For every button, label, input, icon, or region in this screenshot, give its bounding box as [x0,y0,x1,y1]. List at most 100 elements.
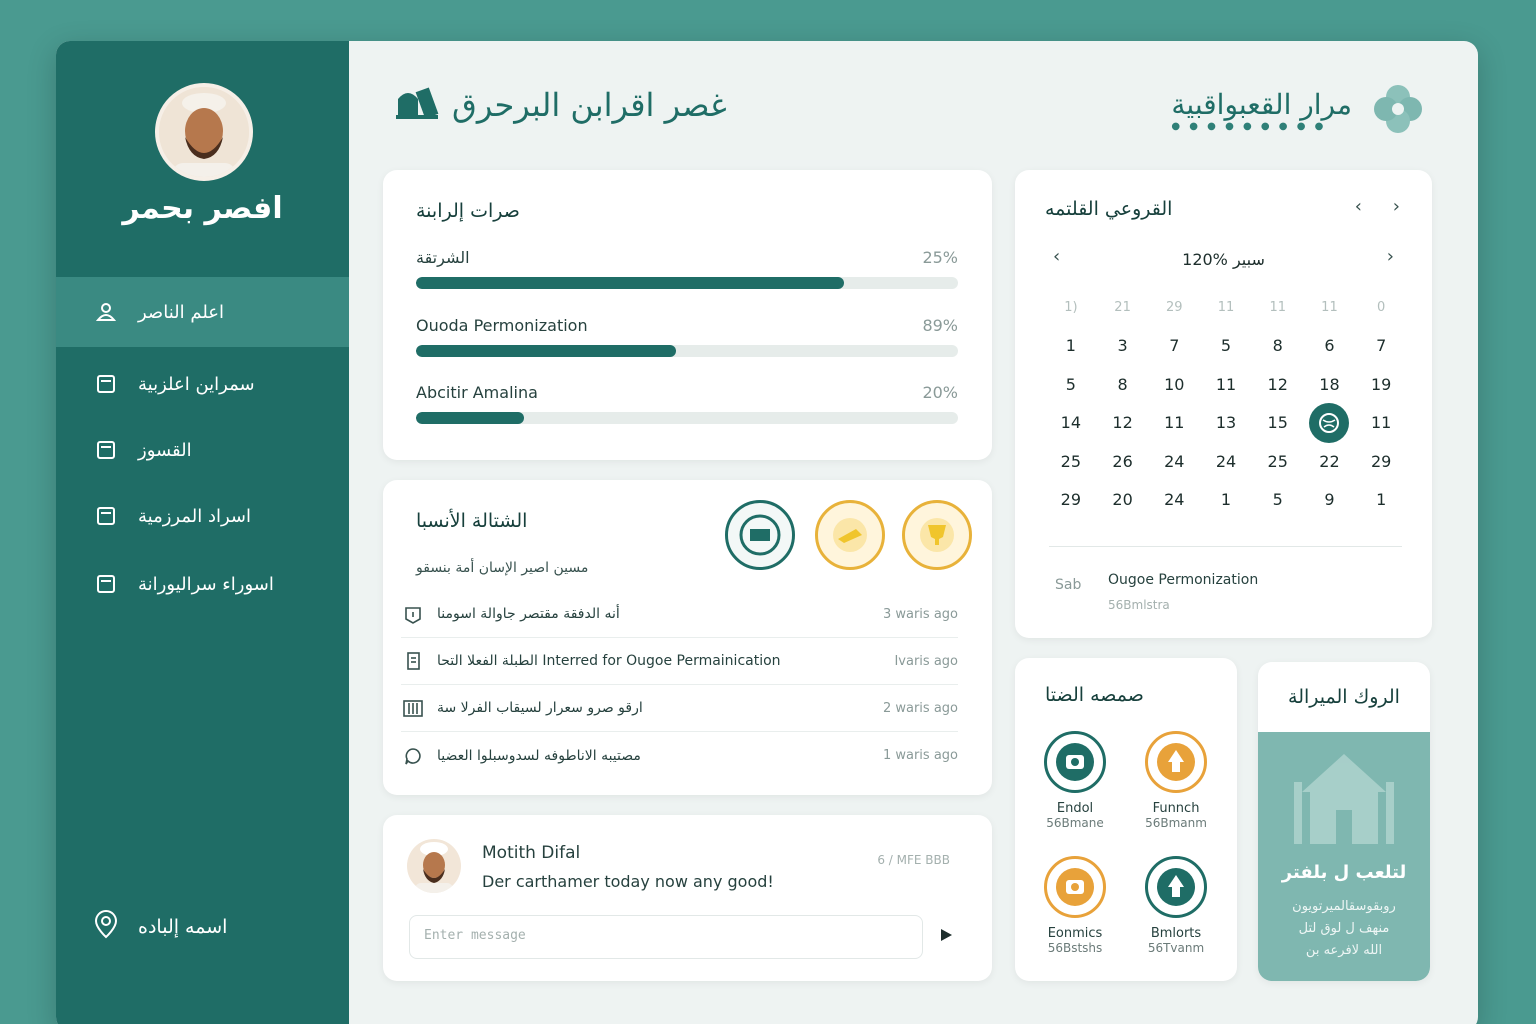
services-title: صمصه الضتا [1045,684,1144,706]
calendar-day[interactable]: 13 [1200,413,1252,432]
calendar-day[interactable]: 12 [1252,375,1304,394]
progress-label: Ouoda Permonization [416,316,588,335]
activity-row[interactable]: ارقو صرو سعرار لسيقاب الفرلا سة 2 waris … [401,685,958,732]
progress-card: صرات إلرابنة الشرتقة 25% Ouoda Permonizat… [383,170,992,460]
calendar-day[interactable]: 8 [1097,375,1149,394]
calendar-day[interactable]: 20 [1097,490,1149,509]
progress-card-title: صرات إلرابنة [416,200,520,222]
activity-text: أنه الدفقة مقتصر جاوالة اسومنا [437,606,620,622]
badge-emblem-icon[interactable] [725,500,795,570]
progress-percent: 25% [922,248,958,267]
calendar-day[interactable]: 26 [1097,452,1149,471]
calendar-prev-button[interactable]: ‹ [1355,196,1362,217]
calendar-day[interactable]: 9 [1304,490,1356,509]
sidebar-item-label: القسوز [138,439,192,461]
badge-trophy-icon[interactable] [902,500,972,570]
calendar-day[interactable]: 24 [1148,490,1200,509]
document-icon [96,506,116,526]
promo-banner: لتلعب ل بلفتر روبقوسقالميرتويون منهف ل ل… [1258,732,1430,981]
calendar-day[interactable]: 15 [1252,413,1304,432]
calendar-day[interactable]: 5 [1252,490,1304,509]
calendar-day[interactable]: 7 [1148,336,1200,355]
message-input[interactable]: Enter message [409,915,923,959]
page-title: غصر اقرابن البرحرق [394,81,727,129]
calendar-day[interactable]: 14 [1045,413,1097,432]
page-title-text: غصر اقرابن البرحرق [452,86,727,124]
calendar-day[interactable]: 3 [1097,336,1149,355]
sidebar-item-label: اعلم الناصر [138,301,225,323]
location[interactable]: اسمه إلباده [94,909,227,944]
calendar-day[interactable]: 1 [1355,490,1407,509]
calendar-day[interactable]: 25 [1045,452,1097,471]
calendar-day-selected[interactable] [1304,402,1356,443]
send-button[interactable] [931,921,961,951]
activity-time: 3 waris ago [882,606,958,622]
weekday-label: 1) [1064,299,1078,315]
sidebar-item-3[interactable]: القسوز [56,415,349,485]
user-icon [96,302,116,322]
activity-row[interactable]: مصتيبه الاناطوفه لسدوسبلوا العضيا 1 wari… [401,732,958,779]
chat-icon [401,746,425,766]
calendar-day[interactable]: 11 [1148,413,1200,432]
calendar-grid: 1) 21 29 11 11 11 0 1 3 7 5 8 6 7 5 8 10 [1045,288,1407,519]
calendar-day[interactable]: 24 [1148,452,1200,471]
calendar-day[interactable]: 19 [1355,375,1407,394]
promo-line: منهف ل لوق لتل [1298,921,1390,937]
calendar-day[interactable]: 1 [1200,490,1252,509]
activity-row[interactable]: أنه الدفقة مقتصر جاوالة اسومنا 3 waris a… [401,591,958,638]
calendar-day[interactable]: 29 [1355,452,1407,471]
calendar-day[interactable]: 7 [1355,336,1407,355]
flower-logo-icon [1370,81,1426,141]
service-name: Funnch [1152,801,1200,816]
calendar-day[interactable]: 29 [1045,490,1097,509]
progress-fill [416,345,677,357]
activity-time: 2 waris ago [882,700,958,716]
activity-row[interactable]: الطبلة الفعلا التحا Interred for Ougoe P… [401,638,958,685]
service-sub: 56Bmanm [1145,816,1207,830]
mosque-illustration-icon [1292,752,1396,848]
calendar-day[interactable]: 8 [1252,336,1304,355]
progress-fill [416,412,525,424]
event-title[interactable]: Ougoe Permonization [1108,572,1258,588]
event-tag: Sab [1055,577,1082,593]
sidebar-item-label: اسوراء سراليورانة [138,573,274,595]
service-sub: 56Bstshs [1047,941,1103,955]
service-endol[interactable]: Endol 56Bmane [1020,731,1130,830]
activity-card-title: الشتالة الأنسبا [416,510,528,532]
week-row: 29 20 24 1 5 9 1 [1045,481,1407,520]
mosque-dome-icon [1145,856,1207,918]
activity-text: مصتيبه الاناطوفه لسدوسبلوا العضيا [437,747,641,764]
calendar-day[interactable]: 11 [1355,413,1407,432]
service-eonmics[interactable]: Eonmics 56Bstshs [1020,856,1130,955]
calendar-day[interactable]: 1 [1045,336,1097,355]
sidebar-item-label: اسراد المرزمية [138,505,251,527]
month-next-button[interactable]: › [1387,246,1394,267]
avatar[interactable] [155,83,253,181]
sidebar-item-5[interactable]: اسوراء سراليورانة [56,549,349,619]
sidebar-item-2[interactable]: سمراين اعلزبية [56,349,349,419]
calendar-next-button[interactable]: › [1393,196,1400,217]
app-window: افصر بحمر اعلم الناصر سمراين اعلزبية الق… [56,41,1478,1024]
service-bmlorts[interactable]: Bmlorts 56Tvanm [1121,856,1231,955]
sidebar-item-profile[interactable]: اعلم الناصر [56,277,349,347]
activity-time: Ivaris ago [894,653,958,669]
calendar-day[interactable]: 5 [1200,336,1252,355]
calendar-day[interactable]: 22 [1304,452,1356,471]
user-name: افصر بحمر [122,191,283,226]
badge-ribbon-icon[interactable] [815,500,885,570]
weekday-label: 11 [1269,299,1286,315]
sender-avatar[interactable] [407,839,461,893]
promo-card[interactable]: الروك الميرالة لتلعب ل بلفتر روبقوسقالمي… [1258,662,1430,981]
calendar-day[interactable]: 10 [1148,375,1200,394]
calendar-day[interactable]: 11 [1200,375,1252,394]
calendar-day[interactable]: 6 [1304,336,1356,355]
calendar-day[interactable]: 25 [1252,452,1304,471]
calendar-day[interactable]: 12 [1097,413,1149,432]
sidebar-item-4[interactable]: اسراد المرزمية [56,481,349,551]
send-icon [939,927,953,946]
calendar-day[interactable]: 24 [1200,452,1252,471]
calendar-day[interactable]: 5 [1045,375,1097,394]
document-icon [96,574,116,594]
service-funnch[interactable]: Funnch 56Bmanm [1121,731,1231,830]
calendar-day[interactable]: 18 [1304,375,1356,394]
